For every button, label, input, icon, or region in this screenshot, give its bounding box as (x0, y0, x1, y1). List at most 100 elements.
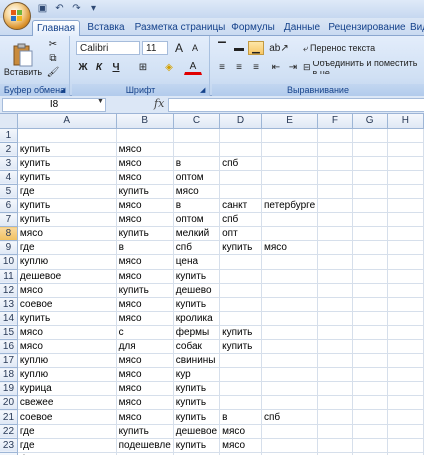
cell[interactable] (317, 142, 353, 157)
cell[interactable] (352, 184, 388, 200)
cell[interactable] (261, 353, 319, 369)
cell[interactable]: в (173, 156, 221, 171)
cell[interactable] (317, 353, 353, 369)
cell[interactable]: мясо (116, 156, 174, 171)
cell[interactable]: мясо (173, 184, 221, 200)
row-header[interactable]: 16 (0, 339, 18, 355)
cell[interactable] (261, 128, 319, 143)
cell[interactable] (317, 269, 353, 284)
cell[interactable] (352, 367, 388, 383)
cell[interactable]: мясо (17, 283, 117, 298)
cell[interactable]: дешевое (17, 269, 117, 284)
select-all-corner[interactable] (0, 114, 18, 129)
cell[interactable]: мясо (116, 254, 174, 270)
cell[interactable] (387, 170, 424, 185)
cell[interactable] (352, 424, 388, 439)
merge-center-button[interactable]: ⊟ Объединить и поместить в це (302, 60, 424, 75)
column-header[interactable]: A (17, 114, 117, 129)
cell[interactable] (352, 198, 388, 214)
cell[interactable] (317, 367, 353, 383)
tab-review[interactable]: Рецензирование (326, 20, 408, 36)
cell[interactable] (317, 212, 353, 228)
cell[interactable]: в (116, 240, 174, 256)
cell[interactable]: купить (219, 325, 262, 341)
cell[interactable]: купить (116, 184, 174, 200)
cell[interactable] (219, 353, 262, 369)
row-header[interactable]: 2 (0, 142, 18, 157)
cell[interactable]: свинины (173, 353, 221, 369)
column-header[interactable]: G (352, 114, 388, 129)
row-header[interactable]: 21 (0, 409, 18, 425)
shrink-font-button[interactable]: A (188, 41, 202, 55)
row-header[interactable]: 20 (0, 395, 18, 411)
cell[interactable]: купить (17, 170, 117, 185)
cell[interactable] (352, 325, 388, 341)
chevron-down-icon[interactable]: ▼ (97, 98, 104, 105)
cell[interactable] (352, 438, 388, 453)
cell[interactable] (352, 311, 388, 326)
cell[interactable] (317, 170, 353, 185)
column-header[interactable]: H (387, 114, 424, 129)
cell[interactable] (261, 395, 319, 411)
tab-view[interactable]: Вид (408, 20, 424, 36)
italic-button[interactable]: К (92, 60, 106, 75)
cell[interactable] (387, 311, 424, 326)
cell[interactable]: мясо (116, 381, 174, 397)
cell[interactable] (352, 353, 388, 369)
cell[interactable] (387, 283, 424, 298)
cell[interactable]: купить (173, 395, 221, 411)
row-header[interactable]: 5 (0, 184, 18, 200)
cell[interactable] (352, 254, 388, 270)
cell[interactable] (261, 381, 319, 397)
cell[interactable]: купить (17, 311, 117, 326)
row-header[interactable]: 19 (0, 381, 18, 397)
cell[interactable]: курица (17, 381, 117, 397)
row-header[interactable]: 3 (0, 156, 18, 171)
cell[interactable]: мясо (116, 395, 174, 411)
cell[interactable]: в (173, 198, 221, 214)
cell[interactable]: где (17, 240, 117, 256)
grow-font-button[interactable]: A (172, 41, 186, 55)
cell[interactable]: мясо (116, 297, 174, 312)
cell[interactable] (261, 184, 319, 200)
font-name-select[interactable]: Calibri (76, 41, 140, 55)
copy-icon[interactable]: ⧉ (46, 52, 60, 65)
cell[interactable] (317, 254, 353, 270)
increase-indent-icon[interactable]: ⇥ (285, 60, 301, 75)
cell[interactable] (261, 269, 319, 284)
cell[interactable] (317, 381, 353, 397)
column-header[interactable]: C (173, 114, 221, 129)
cell[interactable] (219, 184, 262, 200)
cell[interactable] (219, 269, 262, 284)
cell[interactable] (261, 156, 319, 171)
cell[interactable] (387, 395, 424, 411)
cell[interactable]: купить (173, 297, 221, 312)
cell[interactable] (17, 128, 117, 143)
row-header[interactable]: 22 (0, 424, 18, 439)
row-header[interactable]: 11 (0, 269, 18, 284)
cell[interactable] (219, 395, 262, 411)
row-header[interactable]: 4 (0, 170, 18, 185)
cell[interactable] (317, 297, 353, 312)
cell[interactable] (352, 269, 388, 284)
cell[interactable]: мелкий (173, 226, 221, 242)
cell[interactable] (317, 226, 353, 242)
cell[interactable] (219, 381, 262, 397)
cell[interactable] (261, 142, 319, 157)
row-header[interactable]: 15 (0, 325, 18, 341)
cell[interactable]: мясо (219, 438, 262, 453)
cell[interactable]: мясо (116, 142, 174, 157)
row-header[interactable]: 18 (0, 367, 18, 383)
cell[interactable]: куплю (17, 353, 117, 369)
cell[interactable] (317, 184, 353, 200)
tab-home[interactable]: Главная (32, 20, 80, 36)
cell[interactable] (317, 409, 353, 425)
cell[interactable] (387, 381, 424, 397)
cell[interactable]: фермы (173, 325, 221, 341)
cell[interactable] (317, 156, 353, 171)
formula-input[interactable] (168, 98, 424, 112)
cell[interactable] (219, 283, 262, 298)
cell[interactable] (352, 283, 388, 298)
column-header[interactable]: B (116, 114, 174, 129)
cell[interactable] (261, 325, 319, 341)
